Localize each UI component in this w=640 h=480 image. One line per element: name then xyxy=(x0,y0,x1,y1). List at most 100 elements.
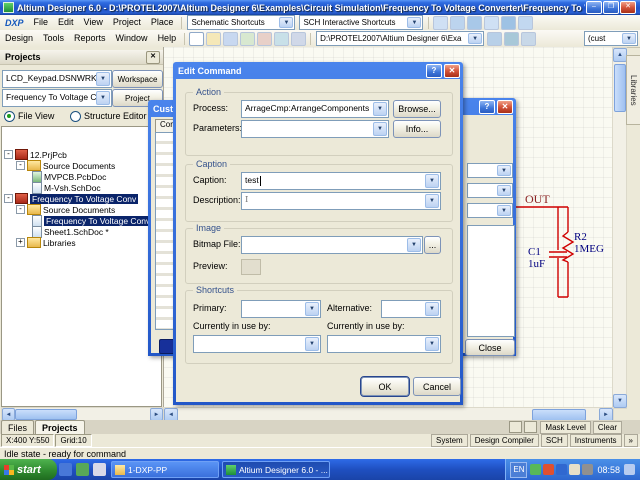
tree-row[interactable]: + Libraries xyxy=(2,237,161,248)
tab-files[interactable]: Files xyxy=(1,420,35,434)
tray-icon[interactable] xyxy=(582,464,594,475)
side-dialog-list[interactable] xyxy=(467,225,515,337)
chevron-down-icon[interactable]: ▼ xyxy=(373,102,387,116)
chevron-down-icon[interactable]: ▼ xyxy=(425,194,439,208)
tree-collapse-icon[interactable]: - xyxy=(4,150,13,159)
browse-button[interactable]: Browse... xyxy=(393,100,441,118)
h-scroll-thumb[interactable] xyxy=(15,409,77,420)
panel-overflow-button[interactable]: » xyxy=(623,434,638,447)
project-combo[interactable]: Frequency To Voltage Converter.PF ▼ xyxy=(2,89,112,107)
tree-row[interactable]: - Frequency To Voltage Conv xyxy=(2,193,161,204)
mask-level-button[interactable]: Mask Level xyxy=(540,420,591,434)
tree-expand-icon[interactable]: + xyxy=(16,238,25,247)
tab-projects[interactable]: Projects xyxy=(35,420,85,434)
toolbar-icon[interactable] xyxy=(484,15,500,30)
chevron-down-icon[interactable]: ▼ xyxy=(96,91,110,105)
quick-launch-icon[interactable] xyxy=(76,463,89,476)
scroll-up-icon[interactable]: ▲ xyxy=(613,48,627,62)
chevron-down-icon[interactable]: ▼ xyxy=(468,33,483,44)
toolbar-icon[interactable] xyxy=(206,31,222,46)
side-dialog-combo[interactable]: ▼ xyxy=(467,183,513,198)
toolbar-icon[interactable] xyxy=(291,31,307,46)
chevron-down-icon[interactable]: ▼ xyxy=(305,337,319,351)
tray-icon[interactable] xyxy=(543,464,555,475)
tray-icon[interactable] xyxy=(569,464,581,475)
in-use-right-combo[interactable]: ▼ xyxy=(327,335,441,353)
taskbar-task-altium[interactable]: Altium Designer 6.0 - ... xyxy=(222,461,330,478)
chevron-down-icon[interactable]: ▼ xyxy=(497,185,511,196)
side-dialog-combo[interactable]: ▼ xyxy=(467,163,513,178)
toolbar-icon[interactable] xyxy=(274,31,290,46)
schematic-v-scrollbar[interactable]: ▲ ▼ xyxy=(612,47,627,409)
scroll-down-icon[interactable]: ▼ xyxy=(613,394,627,408)
start-button[interactable]: start xyxy=(0,459,57,480)
tree-row[interactable]: Sheet1.SchDoc * xyxy=(2,225,161,238)
taskbar-task-folder[interactable]: 1-DXP-PP xyxy=(111,461,219,478)
status-bar-icon[interactable] xyxy=(524,421,538,433)
description-combo[interactable]: I ▼ xyxy=(241,192,441,210)
chevron-down-icon[interactable]: ▼ xyxy=(425,174,439,188)
maximize-button[interactable]: ❒ xyxy=(603,1,619,14)
chevron-down-icon[interactable]: ▼ xyxy=(622,33,636,44)
menu-design[interactable]: Design xyxy=(0,32,38,45)
clear-button[interactable]: Clear xyxy=(592,420,622,434)
menu-place[interactable]: Place xyxy=(146,16,179,29)
caption-combo[interactable]: test ▼ xyxy=(241,172,441,190)
help-icon[interactable]: ? xyxy=(426,64,442,78)
menu-view[interactable]: View xyxy=(79,16,108,29)
alternative-combo[interactable]: ▼ xyxy=(381,300,441,318)
tree-row[interactable]: M-Vsh.SchDoc xyxy=(2,181,161,194)
toolbar-icon[interactable] xyxy=(487,31,503,46)
process-combo[interactable]: ArrageCmp:ArrangeComponents ▼ xyxy=(241,100,389,118)
bitmap-file-combo[interactable]: ▼ xyxy=(241,236,423,254)
tree-collapse-icon[interactable]: - xyxy=(16,161,25,170)
sch-interactive-shortcuts-dropdown[interactable]: SCH Interactive Shortcuts ▼ xyxy=(299,15,424,30)
status-bar-icon[interactable] xyxy=(509,421,523,433)
panel-button-instruments[interactable]: Instruments xyxy=(569,434,622,447)
structure-editor-radio[interactable]: Structure Editor xyxy=(70,111,147,123)
toolbar-icon[interactable] xyxy=(450,15,466,30)
cancel-button[interactable]: Cancel xyxy=(413,377,461,396)
menu-edit[interactable]: Edit xyxy=(53,16,79,29)
toolbar-icon[interactable] xyxy=(240,31,256,46)
menu-project[interactable]: Project xyxy=(108,16,146,29)
chevron-down-icon[interactable]: ▼ xyxy=(407,17,422,28)
tree-row[interactable]: MVPCB.PcbDoc xyxy=(2,170,161,183)
chevron-down-icon[interactable]: ▼ xyxy=(279,17,294,28)
bitmap-browse-button[interactable]: ... xyxy=(424,236,441,254)
primary-combo[interactable]: ▼ xyxy=(241,300,321,318)
help-icon[interactable]: ? xyxy=(479,100,495,114)
tree-row[interactable]: - Source Documents xyxy=(2,204,161,215)
quick-launch-icon[interactable] xyxy=(93,463,106,476)
workspace-button[interactable]: Workspace xyxy=(112,70,163,88)
menu-reports[interactable]: Reports xyxy=(69,32,111,45)
quick-launch-icon[interactable] xyxy=(59,463,72,476)
toolbar-icon[interactable] xyxy=(504,31,520,46)
toolbar-icon[interactable] xyxy=(223,31,239,46)
parameters-combo[interactable]: ▼ xyxy=(241,120,389,138)
toolbar-icon[interactable] xyxy=(433,15,449,30)
chevron-down-icon[interactable]: ▼ xyxy=(497,165,511,176)
tree-row[interactable]: - Source Documents xyxy=(2,160,161,171)
toolbar-icon[interactable] xyxy=(467,15,483,30)
close-icon[interactable]: ✕ xyxy=(444,64,460,78)
panel-button-system[interactable]: System xyxy=(431,434,468,447)
tray-icon[interactable] xyxy=(556,464,568,475)
chevron-down-icon[interactable]: ▼ xyxy=(497,205,511,216)
toolbar-icon[interactable] xyxy=(189,31,205,46)
chevron-down-icon[interactable]: ▼ xyxy=(373,122,387,136)
menu-dxp[interactable]: DXP xyxy=(0,18,29,28)
ok-button[interactable]: OK xyxy=(360,376,410,397)
language-indicator[interactable]: EN xyxy=(510,461,528,478)
close-button[interactable]: Close xyxy=(465,339,515,356)
tab-libraries[interactable]: Libraries xyxy=(626,55,640,125)
toolbar-icon[interactable] xyxy=(521,31,537,46)
schematic-shortcuts-dropdown[interactable]: Schematic Shortcuts ▼ xyxy=(187,15,296,30)
tree-collapse-icon[interactable]: - xyxy=(16,205,25,214)
panel-button-design-compiler[interactable]: Design Compiler xyxy=(469,434,539,447)
chevron-down-icon[interactable]: ▼ xyxy=(425,302,439,316)
chevron-down-icon[interactable]: ▼ xyxy=(305,302,319,316)
menu-window[interactable]: Window xyxy=(111,32,153,45)
side-dialog-combo[interactable]: ▼ xyxy=(467,203,513,218)
chevron-down-icon[interactable]: ▼ xyxy=(425,337,439,351)
